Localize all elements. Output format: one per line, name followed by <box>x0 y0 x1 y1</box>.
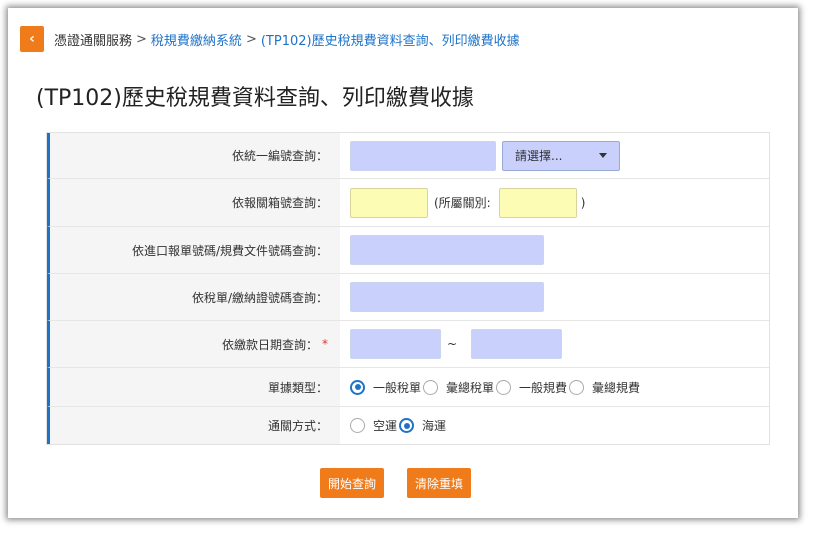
radio-transport-sea[interactable] <box>399 418 415 433</box>
chevron-left-icon: ‹ <box>29 31 35 47</box>
tax-id-input[interactable] <box>350 140 496 171</box>
date-separator: ~ <box>447 337 458 351</box>
radio-label: 海運 <box>422 419 447 433</box>
row-import-doc: 依進口報單號碼/規費文件號碼查詢： <box>47 227 769 274</box>
select-value: 請選擇... <box>515 149 563 163</box>
payment-date-label: 依繳款日期查詢： <box>221 337 318 352</box>
query-button[interactable]: 開始查詢 <box>320 468 384 498</box>
radio-transport-air[interactable] <box>350 418 365 433</box>
row-payment-date: 依繳款日期查詢： * ~ <box>47 321 769 368</box>
query-form: 依統一編號查詢： 請選擇... 依報關箱號查詢： (所屬關別: ) 依進口報單號… <box>46 132 770 445</box>
row-doc-type: 單據類型： 一般稅單 彙總稅單 一般規費 彙總規費 <box>47 368 769 407</box>
radio-label: 彙總稅單 <box>446 380 495 395</box>
caret-down-icon <box>599 153 607 158</box>
row-customs-box: 依報關箱號查詢： (所屬關別: ) <box>47 179 769 227</box>
row-transport: 通關方式： 空運 海運 <box>47 407 769 444</box>
radio-doc-type-general-tax[interactable] <box>350 379 365 395</box>
radio-doc-type-general-fee[interactable] <box>496 379 512 395</box>
breadcrumb-item-system[interactable]: 稅規費繳納系統 <box>151 30 242 49</box>
breadcrumb: ‹ 憑證通關服務 > 稅規費繳納系統 > (TP102)歷史稅規費資料查詢、列印… <box>20 26 520 52</box>
customs-box-input[interactable] <box>350 187 428 218</box>
required-marker: * <box>322 337 328 351</box>
label-tax-id: 依統一編號查詢： <box>50 133 340 178</box>
tax-id-select[interactable]: 請選擇... <box>502 140 620 171</box>
radio-label: 彙總規費 <box>592 380 641 395</box>
page-title: (TP102)歷史稅規費資料查詢、列印繳費收據 <box>36 86 474 111</box>
breadcrumb-item-home[interactable]: 憑證通關服務 <box>54 30 132 49</box>
label-payment-date: 依繳款日期查詢： * <box>50 321 340 367</box>
customs-office-input[interactable] <box>498 187 577 218</box>
back-button[interactable]: ‹ <box>20 26 44 52</box>
date-to-input[interactable] <box>471 329 563 359</box>
label-doc-type: 單據類型： <box>50 368 340 406</box>
label-customs-box: 依報關箱號查詢： <box>50 179 340 226</box>
radio-label: 一般稅單 <box>373 380 422 395</box>
breadcrumb-separator: > <box>245 31 257 47</box>
customs-suffix-text: ) <box>580 195 586 210</box>
label-tax-bill: 依稅單/繳納證號碼查詢： <box>50 274 340 320</box>
date-from-input[interactable] <box>350 329 441 359</box>
radio-label: 一般規費 <box>519 380 568 395</box>
tax-bill-input[interactable] <box>350 282 544 312</box>
customs-prefix-text: (所屬關別: <box>434 196 491 210</box>
import-doc-input[interactable] <box>350 235 544 265</box>
label-transport: 通關方式： <box>50 407 340 444</box>
breadcrumb-separator: > <box>136 31 147 47</box>
radio-label: 空運 <box>373 419 398 433</box>
label-import-doc: 依進口報單號碼/規費文件號碼查詢： <box>50 227 340 273</box>
row-tax-id: 依統一編號查詢： 請選擇... <box>47 133 769 179</box>
radio-doc-type-summary-fee[interactable] <box>569 379 585 395</box>
row-tax-bill: 依稅單/繳納證號碼查詢： <box>47 274 769 321</box>
radio-doc-type-summary-tax[interactable] <box>423 379 439 395</box>
reset-button[interactable]: 清除重填 <box>407 468 471 498</box>
breadcrumb-item-current[interactable]: (TP102)歷史稅規費資料查詢、列印繳費收據 <box>261 30 520 49</box>
window-frame: ‹ 憑證通關服務 > 稅規費繳納系統 > (TP102)歷史稅規費資料查詢、列印… <box>8 8 798 518</box>
